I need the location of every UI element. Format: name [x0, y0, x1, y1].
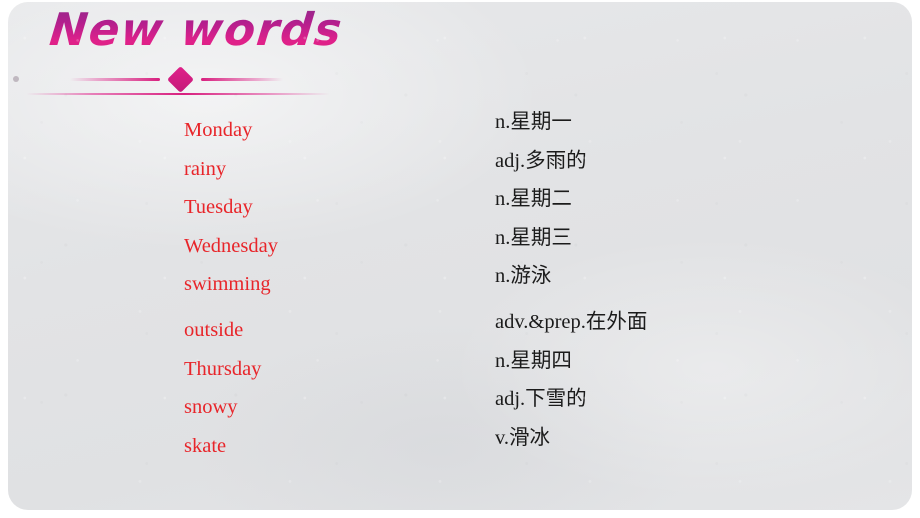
vocabulary-row: Monday n.星期一 — [8, 106, 912, 145]
vocabulary-word: Thursday — [184, 357, 262, 380]
vocabulary-meaning: n.星期二 — [495, 188, 572, 210]
vocabulary-word: snowy — [184, 396, 238, 418]
divider-line-bottom — [26, 93, 330, 96]
vocabulary-word: Tuesday — [184, 196, 253, 218]
vocabulary-meaning: n.星期一 — [495, 111, 572, 133]
vocabulary-row: Thursday n.星期四 — [8, 345, 912, 384]
vocabulary-meaning: n.游泳 — [495, 265, 552, 287]
vocabulary-row: rainy adj.多雨的 — [8, 145, 912, 184]
divider-line-left — [70, 78, 160, 81]
vocabulary-meaning: adj.多雨的 — [495, 149, 587, 172]
vocabulary-meaning: v.滑冰 — [495, 426, 551, 449]
diamond-ornament-icon — [167, 66, 194, 93]
bullet-dot-icon — [13, 76, 19, 82]
vocabulary-word: rainy — [184, 157, 227, 180]
vocabulary-word: outside — [184, 319, 244, 341]
vocabulary-meaning: adj.下雪的 — [495, 388, 587, 410]
vocabulary-row: Wednesday n.星期三 — [8, 222, 912, 261]
divider-line-right — [201, 78, 283, 81]
decorative-divider — [8, 64, 348, 98]
vocabulary-meaning: n.星期三 — [495, 226, 572, 249]
vocabulary-meaning: n.星期四 — [495, 349, 572, 372]
vocabulary-row: skate v.滑冰 — [8, 422, 912, 461]
vocabulary-row: snowy adj.下雪的 — [8, 383, 912, 422]
page-title: New words — [47, 3, 346, 56]
vocabulary-word: Monday — [184, 119, 253, 141]
vocabulary-row: swimming n.游泳 — [8, 260, 912, 306]
slide-canvas: New words Monday n.星期一 rainy adj.多雨的 Tuesday… — [8, 2, 912, 510]
vocabulary-word: skate — [184, 434, 227, 457]
vocabulary-word: Wednesday — [184, 234, 278, 257]
vocabulary-row: outside adv.&prep.在外面 — [8, 306, 912, 345]
vocabulary-row: Tuesday n.星期二 — [8, 183, 912, 222]
vocabulary-meaning: adv.&prep.在外面 — [495, 311, 648, 333]
vocabulary-word: swimming — [184, 273, 271, 295]
vocabulary-list: Monday n.星期一 rainy adj.多雨的 Tuesday n.星期二 Wedne… — [8, 106, 912, 460]
